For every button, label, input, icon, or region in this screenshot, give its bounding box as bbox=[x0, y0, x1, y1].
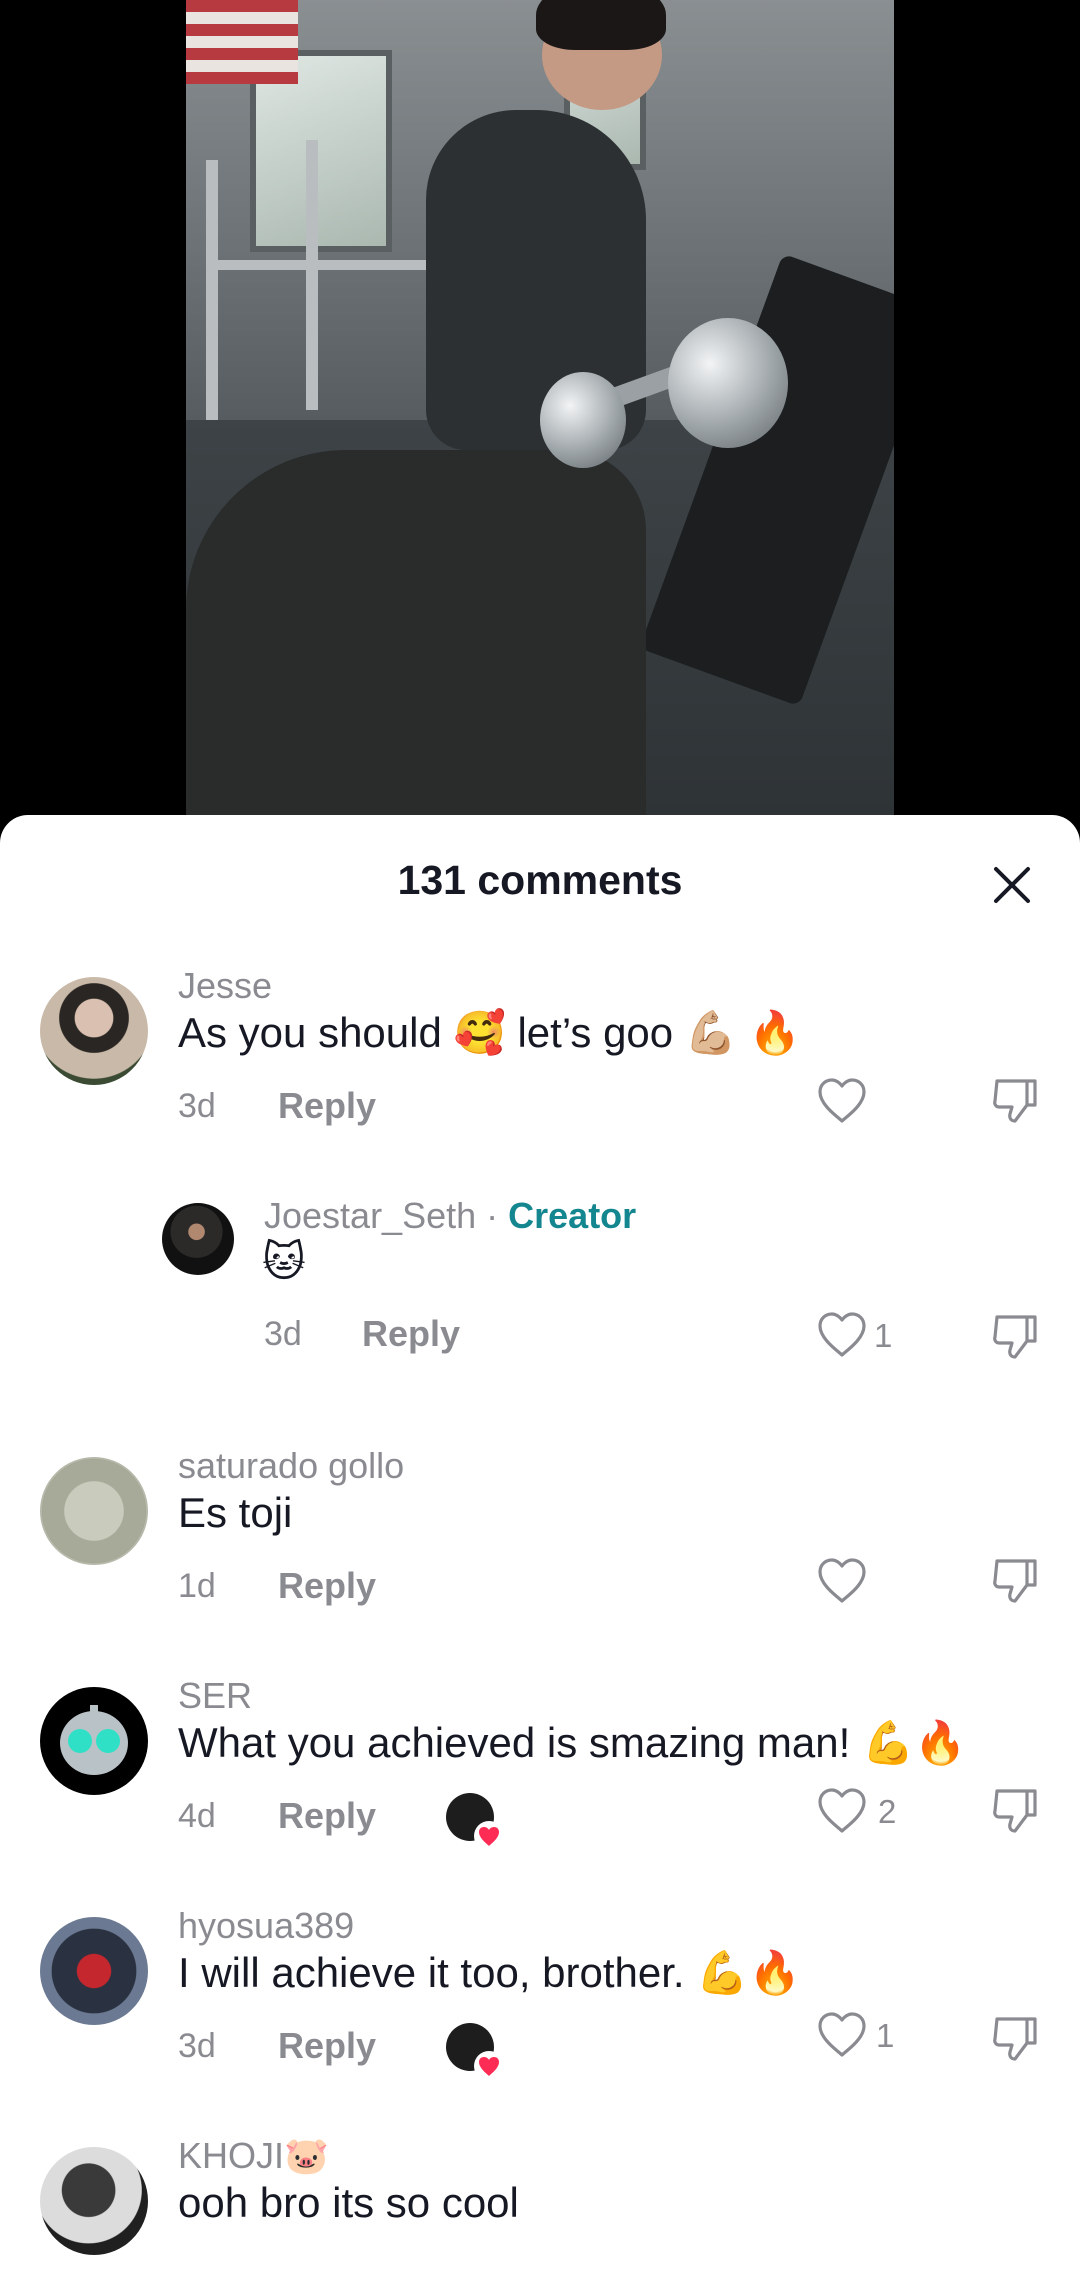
gym-rack bbox=[206, 160, 218, 420]
heart-icon[interactable] bbox=[816, 1787, 868, 1835]
heart-icon[interactable] bbox=[816, 1311, 868, 1359]
comment-text: 🐱 bbox=[262, 1237, 306, 1286]
avatar[interactable] bbox=[40, 1457, 148, 1565]
flag-graphic bbox=[186, 0, 298, 84]
dumbbell-plate bbox=[668, 318, 788, 448]
avatar[interactable] bbox=[162, 1203, 234, 1275]
comment-item: hyosua389 I will achieve it too, brother… bbox=[0, 1905, 1080, 2081]
heart-icon[interactable] bbox=[816, 2011, 868, 2059]
comment-text: I will achieve it too, brother. 💪🔥 bbox=[178, 1949, 801, 1996]
comment-time: 1d bbox=[178, 1567, 216, 1605]
comment-time: 3d bbox=[264, 1315, 302, 1353]
reply-button[interactable]: Reply bbox=[278, 1565, 376, 1607]
comment-text: As you should 🥰 let’s goo 💪🏼 🔥 bbox=[178, 1009, 802, 1056]
comment-item: Jesse As you should 🥰 let’s goo 💪🏼 🔥 3d … bbox=[0, 965, 1080, 1127]
avatar[interactable] bbox=[40, 1687, 148, 1795]
comment-item: saturado gollo Es toji 1d Reply bbox=[0, 1445, 1080, 1607]
comment-username[interactable]: hyosua389 bbox=[178, 1905, 354, 1947]
like-count: 1 bbox=[876, 2017, 895, 2054]
heart-badge-icon bbox=[474, 1821, 504, 1851]
comment-item: KHOJI🐷 ooh bro its so cool bbox=[0, 2135, 1080, 2280]
video-player[interactable] bbox=[186, 0, 894, 820]
comment-time: 3d bbox=[178, 2027, 216, 2065]
reply-button[interactable]: Reply bbox=[278, 1795, 376, 1837]
robot-avatar-icon bbox=[60, 1705, 128, 1775]
gym-rack bbox=[206, 260, 446, 270]
comment-username[interactable]: saturado gollo bbox=[178, 1445, 404, 1487]
comment-username[interactable]: Jesse bbox=[178, 965, 272, 1007]
reply-button[interactable]: Reply bbox=[362, 1313, 460, 1355]
comment-username[interactable]: Joestar_Seth · Creator bbox=[264, 1195, 636, 1237]
creator-liked-badge bbox=[446, 1793, 504, 1851]
dislike-icon[interactable] bbox=[989, 1555, 1041, 1607]
comment-username[interactable]: KHOJI🐷 bbox=[178, 2135, 329, 2177]
heart-icon[interactable] bbox=[816, 1077, 868, 1125]
close-icon[interactable] bbox=[988, 861, 1036, 909]
dislike-icon[interactable] bbox=[989, 1311, 1041, 1363]
dislike-icon[interactable] bbox=[989, 1075, 1041, 1127]
comment-time: 4d bbox=[178, 1797, 216, 1835]
creator-liked-badge bbox=[446, 2023, 504, 2081]
comment-item: SER What you achieved is smazing man! 💪🔥… bbox=[0, 1675, 1080, 1851]
avatar[interactable] bbox=[40, 977, 148, 1085]
comment-time: 3d bbox=[178, 1087, 216, 1125]
comment-text: Es toji bbox=[178, 1489, 293, 1536]
dislike-icon[interactable] bbox=[989, 2013, 1041, 2065]
comment-text: ooh bro its so cool bbox=[178, 2179, 519, 2226]
creator-badge: Creator bbox=[508, 1195, 637, 1236]
heart-icon[interactable] bbox=[816, 1557, 868, 1605]
avatar[interactable] bbox=[40, 2147, 148, 2255]
reply-button[interactable]: Reply bbox=[278, 1085, 376, 1127]
heart-badge-icon bbox=[474, 2051, 504, 2081]
reply-button[interactable]: Reply bbox=[278, 2025, 376, 2067]
avatar[interactable] bbox=[40, 1917, 148, 2025]
dumbbell-plate bbox=[540, 372, 626, 468]
comment-reply-item: Joestar_Seth · Creator 🐱 3d Reply 1 bbox=[0, 1195, 1080, 1359]
person-legs bbox=[186, 450, 646, 820]
comments-sheet: 131 comments Jesse As you should 🥰 let’s… bbox=[0, 815, 1080, 2280]
like-count: 1 bbox=[874, 1317, 893, 1354]
person-hair bbox=[536, 0, 666, 50]
like-count: 2 bbox=[878, 1793, 897, 1830]
comments-count-title: 131 comments bbox=[397, 857, 683, 903]
gym-rack bbox=[306, 140, 318, 410]
comment-text: What you achieved is smazing man! 💪🔥 bbox=[178, 1719, 967, 1766]
comment-username[interactable]: SER bbox=[178, 1675, 252, 1717]
dislike-icon[interactable] bbox=[989, 1785, 1041, 1837]
